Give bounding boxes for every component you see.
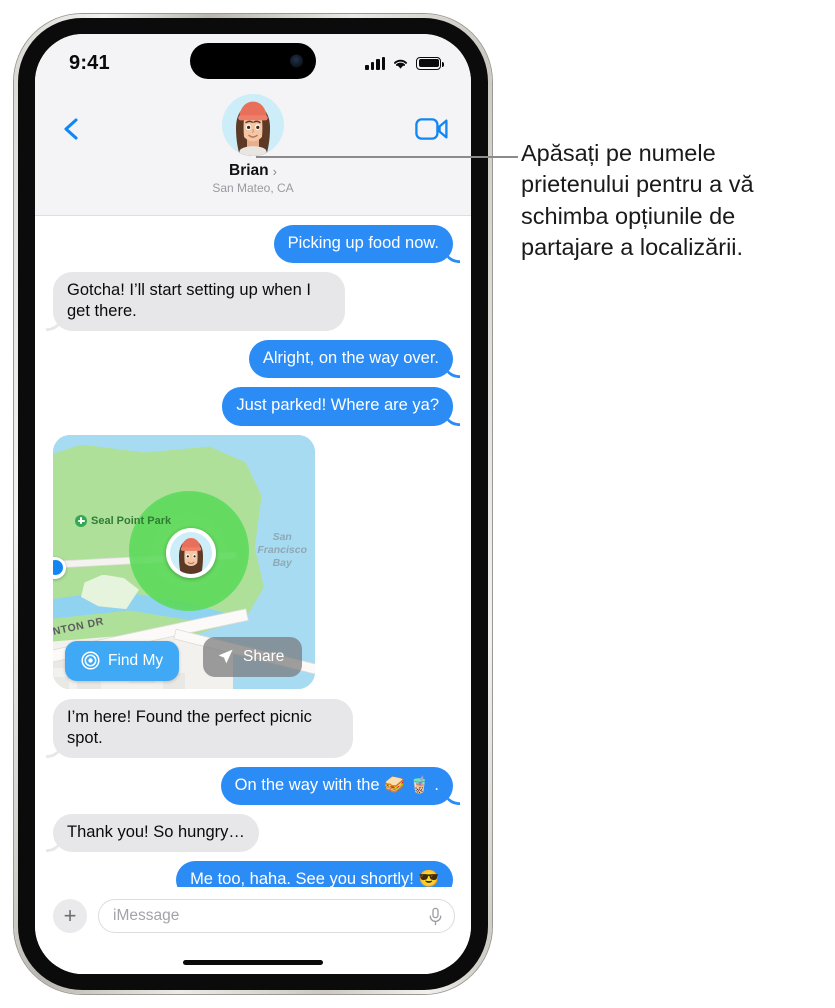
share-location-button[interactable]: Share bbox=[203, 636, 303, 677]
message-row: Just parked! Where are ya? bbox=[45, 387, 461, 426]
message-bubble-incoming[interactable]: Gotcha! I’ll start setting up when I get… bbox=[53, 272, 345, 332]
avatar[interactable] bbox=[222, 94, 284, 156]
message-bubble-outgoing[interactable]: Just parked! Where are ya? bbox=[222, 387, 453, 426]
message-row: On the way with the 🥪 🧋 . bbox=[45, 766, 461, 805]
find-my-button[interactable]: Find My bbox=[65, 640, 180, 681]
map-action-buttons: Find My Share bbox=[53, 636, 315, 681]
message-list[interactable]: Picking up food now. Gotcha! I’ll start … bbox=[35, 216, 471, 910]
share-label: Share bbox=[243, 647, 285, 665]
park-label-text: Seal Point Park bbox=[91, 514, 172, 527]
phone-screen: 9:41 Brian › San Mateo, CA Picking up fo… bbox=[35, 34, 471, 974]
location-map-attachment[interactable]: INTON DR Seal Point Park San Francisco B… bbox=[53, 434, 315, 689]
signal-bars-icon bbox=[365, 56, 385, 70]
microphone-icon[interactable] bbox=[428, 907, 443, 926]
message-bubble-incoming[interactable]: Thank you! So hungry… bbox=[53, 813, 259, 852]
bay-label-line2: Francisco bbox=[257, 543, 307, 556]
message-bubble-incoming[interactable]: I’m here! Found the perfect picnic spot. bbox=[53, 698, 353, 758]
friend-location-puck[interactable] bbox=[166, 527, 216, 578]
add-attachment-button[interactable]: + bbox=[53, 899, 87, 933]
callout-leader-line bbox=[256, 156, 518, 159]
status-bar-indicators bbox=[365, 56, 444, 70]
paper-plane-icon bbox=[218, 649, 233, 664]
message-input-field[interactable]: iMessage bbox=[98, 899, 455, 933]
find-my-target-icon bbox=[81, 651, 100, 670]
message-row: Gotcha! I’ll start setting up when I get… bbox=[45, 272, 461, 332]
find-my-label: Find My bbox=[108, 651, 164, 669]
map-park-label: Seal Point Park bbox=[75, 514, 172, 527]
message-row: INTON DR Seal Point Park San Francisco B… bbox=[45, 434, 461, 689]
front-camera-icon bbox=[290, 54, 303, 68]
message-bubble-outgoing[interactable]: Alright, on the way over. bbox=[248, 340, 453, 379]
bay-label-line1: San bbox=[272, 530, 292, 543]
message-bubble-outgoing[interactable]: On the way with the 🥪 🧋 . bbox=[220, 766, 453, 805]
message-row: I’m here! Found the perfect picnic spot. bbox=[45, 698, 461, 758]
map-bay-label: San Francisco Bay bbox=[257, 531, 307, 571]
message-input-placeholder: iMessage bbox=[113, 907, 180, 924]
callout-text: Apăsați pe numele prietenului pentru a v… bbox=[521, 140, 754, 260]
conversation-header: Brian › San Mateo, CA bbox=[35, 88, 471, 216]
puck-memoji-avatar bbox=[170, 531, 212, 574]
bay-label-line3: Bay bbox=[272, 557, 292, 570]
message-row: Alright, on the way over. bbox=[45, 340, 461, 379]
chevron-right-icon: › bbox=[272, 163, 277, 179]
message-row: Picking up food now. bbox=[45, 225, 461, 264]
screenshot-stage: 9:41 Brian › San Mateo, CA Picking up fo… bbox=[0, 0, 835, 1008]
park-pin-icon bbox=[75, 514, 87, 527]
wifi-icon bbox=[393, 59, 408, 69]
battery-icon bbox=[416, 56, 444, 70]
contact-name-button[interactable]: Brian › bbox=[229, 162, 277, 180]
iphone-device-frame: 9:41 Brian › San Mateo, CA Picking up fo… bbox=[14, 14, 492, 994]
status-bar: 9:41 bbox=[35, 34, 471, 88]
contact-location-label: San Mateo, CA bbox=[212, 181, 294, 195]
contact-name-label: Brian bbox=[229, 162, 269, 179]
contact-info: Brian › San Mateo, CA bbox=[35, 94, 471, 195]
dynamic-island bbox=[190, 43, 316, 79]
message-row: Thank you! So hungry… bbox=[45, 813, 461, 852]
status-bar-clock: 9:41 bbox=[69, 51, 110, 74]
message-bubble-outgoing[interactable]: Picking up food now. bbox=[273, 225, 453, 264]
home-indicator[interactable] bbox=[183, 960, 323, 965]
